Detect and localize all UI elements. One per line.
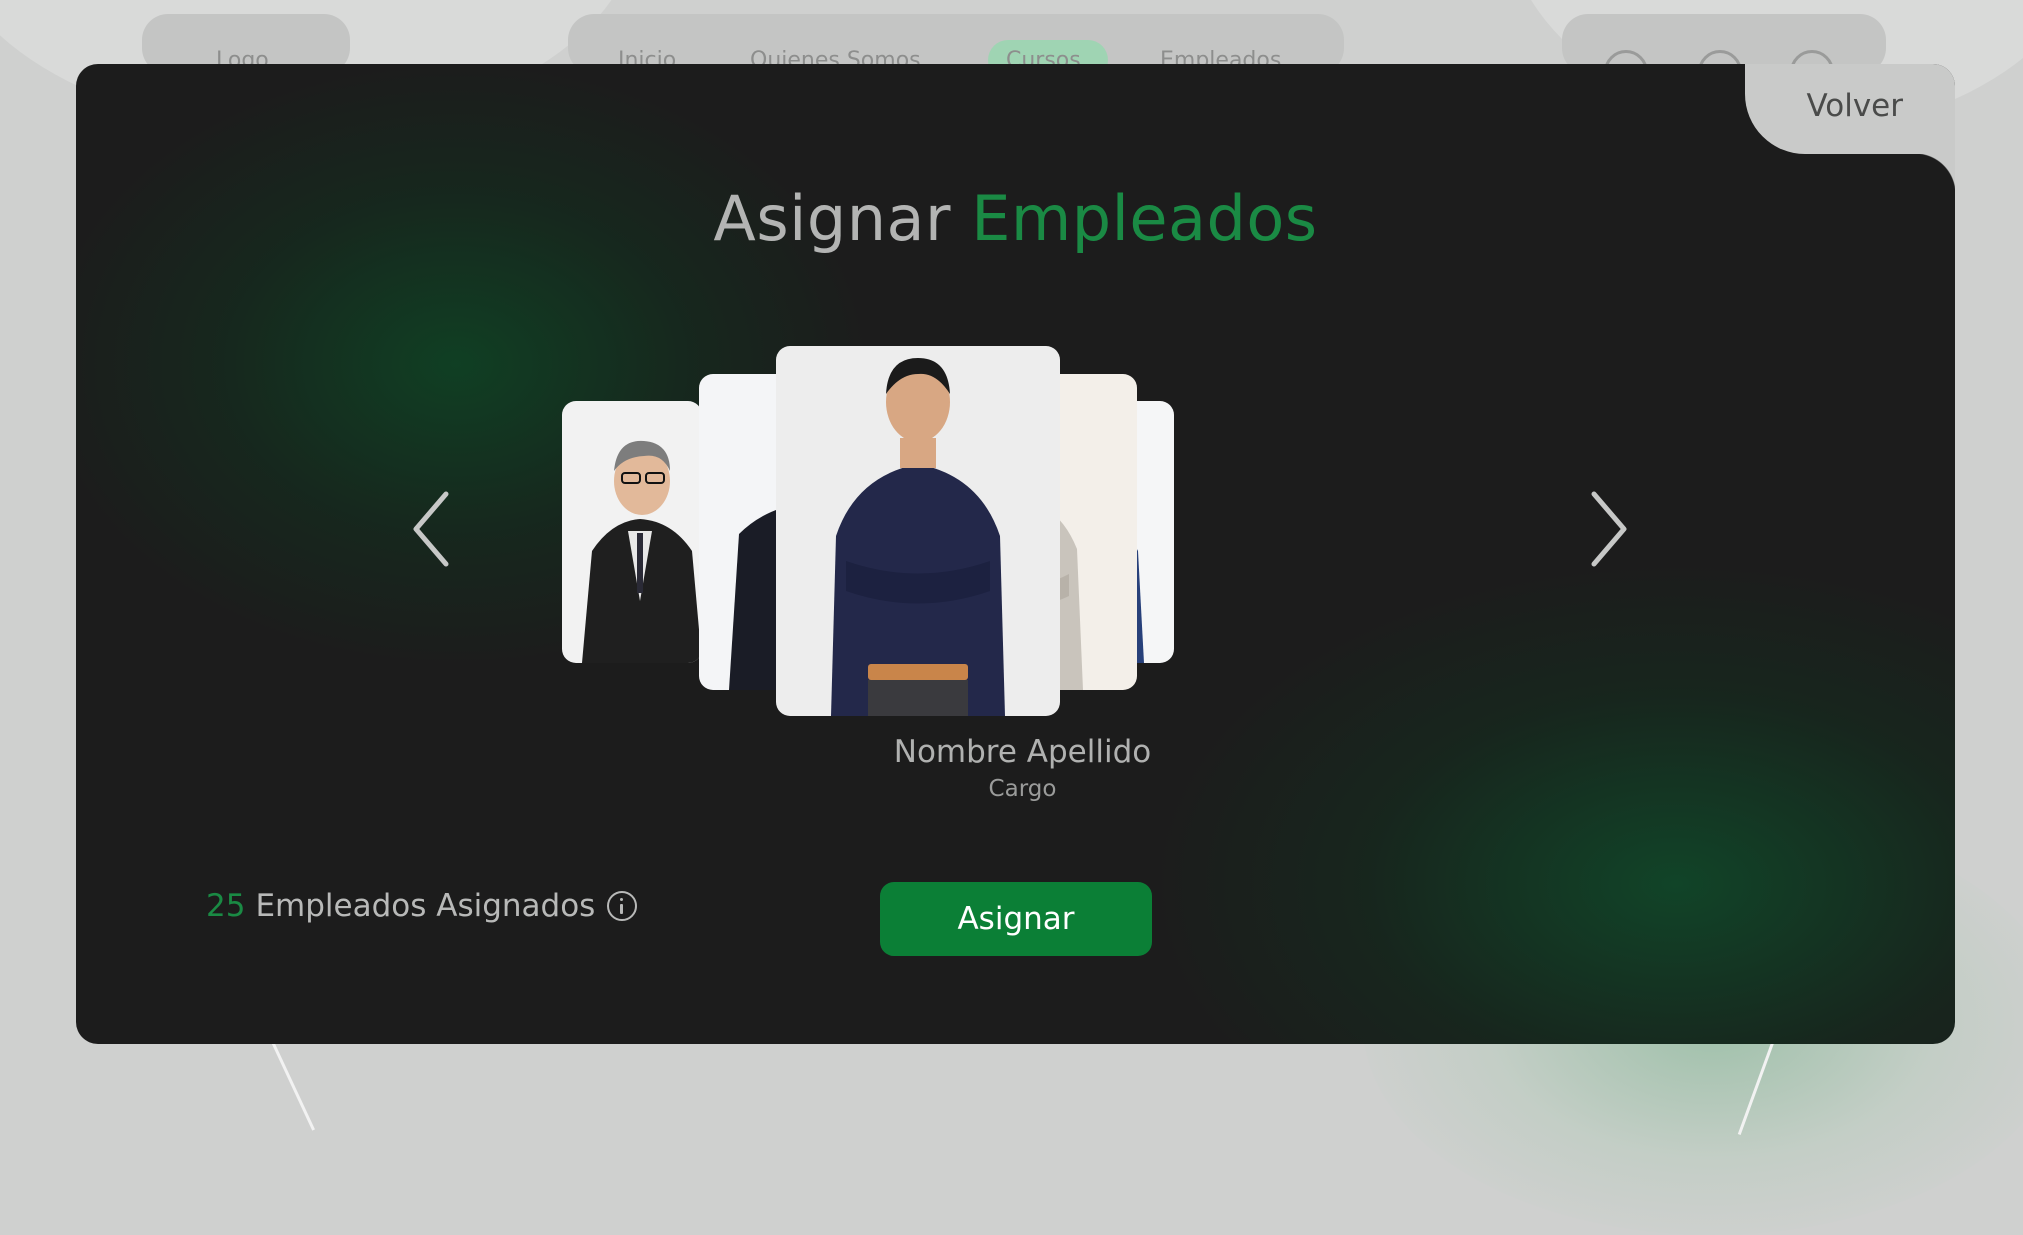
- title-part-1: Asignar: [713, 182, 951, 255]
- background-line: [270, 1038, 315, 1131]
- assigned-employees-summary: 25 Empleados Asignados: [206, 888, 638, 924]
- chevron-left-icon[interactable]: [404, 484, 464, 574]
- employee-card-selected[interactable]: [776, 346, 1060, 716]
- assigned-label: Empleados Asignados: [255, 888, 596, 924]
- employee-role: Cargo: [988, 776, 1057, 802]
- back-button[interactable]: Volver: [1806, 88, 1903, 124]
- chevron-right-icon[interactable]: [1576, 484, 1636, 574]
- employee-card[interactable]: [562, 401, 702, 663]
- back-tab[interactable]: Volver: [1745, 64, 1955, 154]
- assign-employees-modal: Volver Asignar Empleados Nombre Apellido…: [76, 64, 1955, 1044]
- modal-title: Asignar Empleados: [76, 182, 1955, 255]
- employee-name: Nombre Apellido: [893, 734, 1152, 770]
- info-icon[interactable]: [607, 891, 638, 921]
- title-part-2: Empleados: [971, 182, 1318, 255]
- assigned-count: 25: [206, 888, 246, 924]
- assign-button[interactable]: Asignar: [880, 882, 1152, 956]
